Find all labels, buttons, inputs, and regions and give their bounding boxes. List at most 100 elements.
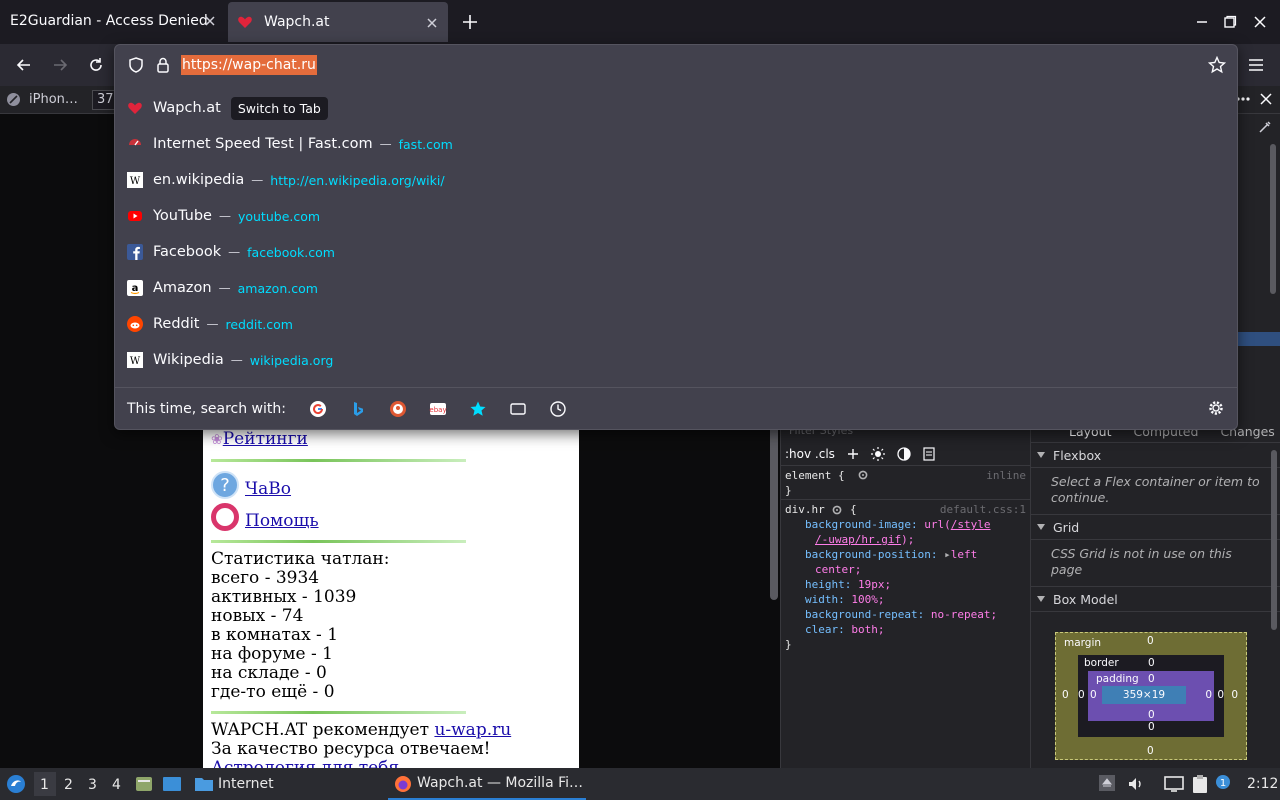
tracking-shield-icon[interactable] — [127, 56, 145, 74]
suggestion-fast[interactable]: Internet Speed Test | Fast.com — fast.com — [115, 126, 1237, 162]
css-url-link[interactable]: /-uwap/hr.gif — [815, 533, 901, 546]
notification-count: 1 — [1220, 778, 1226, 789]
start-menu-icon[interactable] — [6, 774, 26, 794]
switch-to-tab-button[interactable]: Switch to Tab — [230, 96, 328, 120]
css-declaration[interactable]: background-image: url(/style — [785, 517, 1026, 532]
help-row: Помощь — [211, 499, 579, 531]
urlbar: https://wap-chat.ru — [115, 45, 1237, 85]
reload-icon[interactable] — [86, 55, 106, 75]
box-model-content[interactable]: 359×19 — [1102, 686, 1186, 704]
hr-source[interactable]: default.css:1 — [940, 502, 1026, 517]
maximize-icon[interactable] — [1222, 14, 1238, 30]
close-tab-icon[interactable] — [424, 15, 440, 31]
display-icon[interactable] — [1164, 775, 1184, 793]
css-property: height: — [805, 578, 852, 591]
dark-theme-icon[interactable] — [897, 446, 911, 461]
flexbox-header[interactable]: Flexbox — [1031, 442, 1280, 468]
eyedropper-icon[interactable] — [1258, 120, 1272, 134]
layout-panel: Layout Computed Changes Flexbox Select a… — [1030, 420, 1280, 768]
css-declaration[interactable]: background-position: ▸left — [785, 547, 1026, 562]
google-engine-icon[interactable] — [308, 399, 328, 419]
minimize-icon[interactable] — [1194, 14, 1210, 30]
box-model-padding[interactable]: padding 0 0 0 0 359×19 — [1088, 671, 1214, 721]
new-tab-plus-icon[interactable] — [460, 12, 480, 32]
suggestion-reddit[interactable]: Reddit — reddit.com — [115, 306, 1237, 342]
bookmarks-star-icon[interactable] — [468, 399, 488, 419]
padding-right: 0 — [1205, 689, 1212, 701]
workspace-4[interactable]: 4 — [112, 777, 121, 793]
suggestion-wikipedia[interactable]: W Wikipedia — wikipedia.org — [115, 342, 1237, 378]
layout-scrollbar[interactable] — [1271, 450, 1277, 630]
css-declaration[interactable]: background-repeat: no-repeat; — [785, 607, 1026, 622]
padding-label: padding — [1096, 673, 1139, 685]
add-rule-icon[interactable] — [847, 448, 859, 460]
bing-engine-icon[interactable] — [348, 399, 368, 419]
css-declaration[interactable]: clear: both; — [785, 622, 1026, 637]
more-options-icon[interactable] — [1236, 92, 1250, 106]
tray-eject-icon[interactable] — [1098, 774, 1116, 792]
workspace-3[interactable]: 3 — [88, 777, 97, 793]
forward-arrow-icon[interactable] — [50, 55, 70, 75]
boxmodel-header[interactable]: Box Model — [1031, 586, 1280, 612]
clipboard-icon[interactable] — [1191, 774, 1209, 794]
css-property: background-image: — [805, 518, 918, 531]
search-settings-gear-icon[interactable] — [1207, 399, 1225, 417]
back-arrow-icon[interactable] — [14, 55, 34, 75]
suggestion-youtube[interactable]: YouTube — youtube.com — [115, 198, 1237, 234]
workspace-2[interactable]: 2 — [64, 777, 73, 793]
css-url-link[interactable]: /style — [951, 518, 991, 531]
touch-simulation-icon[interactable] — [6, 92, 21, 107]
hamburger-menu-icon[interactable] — [1246, 55, 1266, 75]
astrology-link[interactable]: Астрология для тебя — [211, 758, 399, 769]
pseudo-class-toggle[interactable]: :hov .cls — [785, 447, 835, 461]
gear-icon[interactable] — [831, 504, 843, 516]
box-model-border[interactable]: border 0 0 0 0 padding 0 0 0 0 359×19 — [1078, 655, 1224, 737]
tab-wapchat[interactable]: Wapch.at — [228, 2, 448, 42]
viewport-width-input[interactable]: 37 — [92, 90, 116, 110]
suggestion-title: YouTube — [153, 208, 212, 224]
suggestion-amazon[interactable]: a Amazon — amazon.com — [115, 270, 1237, 306]
ratings-link[interactable]: Рейтинги — [223, 430, 308, 449]
help-link[interactable]: Помощь — [245, 512, 319, 531]
history-clock-icon[interactable] — [548, 399, 568, 419]
suggestion-url: reddit.com — [225, 316, 293, 332]
padlock-icon[interactable] — [155, 56, 171, 74]
suggestion-facebook[interactable]: Facebook — facebook.com — [115, 234, 1237, 270]
file-manager-icon[interactable] — [134, 774, 154, 794]
print-media-icon[interactable] — [923, 446, 935, 461]
suggestion-en-wikipedia[interactable]: W en.wikipedia — http://en.wikipedia.org/… — [115, 162, 1237, 198]
close-tab-icon[interactable] — [202, 13, 218, 29]
css-declaration[interactable]: width: 100%; — [785, 592, 1026, 607]
internet-launcher[interactable]: Internet — [218, 776, 274, 792]
heart-favicon-icon — [237, 14, 253, 30]
notification-icon[interactable]: 1 — [1214, 773, 1232, 791]
url-input[interactable]: https://wap-chat.ru — [181, 55, 317, 75]
firefox-window-button[interactable]: Wapch.at — Mozilla Fi… — [388, 768, 586, 800]
workspace-1[interactable]: 1 — [40, 777, 49, 793]
css-declaration[interactable]: /-uwap/hr.gif); — [785, 532, 1026, 547]
tab-e2guardian[interactable]: E2Guardian - Access Denied — [0, 0, 226, 42]
faq-link[interactable]: ЧаВо — [245, 480, 291, 499]
desktop-icon[interactable] — [162, 774, 182, 794]
bookmark-star-icon[interactable] — [1208, 56, 1226, 74]
css-declaration[interactable]: center; — [785, 562, 1026, 577]
tabs-search-icon[interactable] — [508, 399, 528, 419]
box-model-margin[interactable]: margin 0 0 0 0 border 0 0 0 0 padding 0 … — [1055, 632, 1247, 760]
light-theme-icon[interactable] — [870, 446, 885, 461]
ebay-engine-icon[interactable]: ebay — [428, 399, 448, 419]
duckduckgo-engine-icon[interactable] — [388, 399, 408, 419]
splitter[interactable] — [771, 420, 779, 768]
grid-header[interactable]: Grid — [1031, 514, 1280, 540]
markup-scrollbar[interactable] — [1270, 144, 1276, 294]
css-declaration[interactable]: height: 19px; — [785, 577, 1026, 592]
volume-icon[interactable] — [1127, 775, 1145, 793]
expand-triangle-icon[interactable]: ▸ — [944, 548, 951, 561]
close-window-icon[interactable] — [1252, 14, 1268, 30]
device-selector[interactable]: iPhon… — [29, 92, 78, 107]
suggestion-wapchat[interactable]: Wapch.at Switch to Tab — [115, 90, 1237, 126]
close-devtools-icon[interactable] — [1259, 92, 1273, 106]
uwap-link[interactable]: u-wap.ru — [434, 720, 511, 740]
suggestion-title: en.wikipedia — [153, 172, 245, 188]
folder-icon[interactable] — [194, 774, 214, 794]
gear-icon[interactable] — [857, 469, 869, 481]
